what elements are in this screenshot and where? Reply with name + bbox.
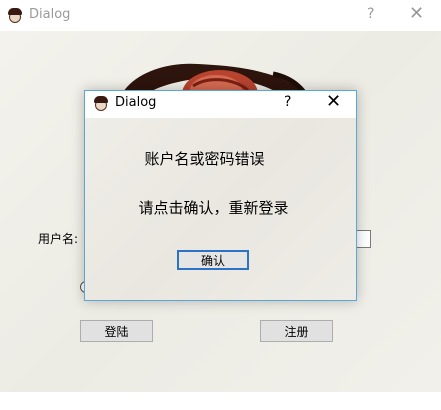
dialog-title: Dialog <box>115 95 157 110</box>
dialog-app-icon <box>93 96 109 112</box>
main-titlebar[interactable]: Dialog ? ✕ <box>0 0 441 31</box>
confirm-button[interactable]: 确认 <box>177 250 249 270</box>
dialog-close-button[interactable]: ✕ <box>326 91 341 112</box>
instruction-message: 请点击确认，重新登录 <box>138 199 289 217</box>
register-button[interactable]: 注册 <box>260 320 333 342</box>
app-logo-icon <box>7 8 23 24</box>
username-label: 用户名: <box>38 232 79 246</box>
error-message: 账户名或密码错误 <box>144 150 265 168</box>
dialog-help-button[interactable]: ? <box>284 94 291 110</box>
error-dialog: Dialog ? ✕ 账户名或密码错误 请点击确认，重新登录 确认 <box>84 90 357 301</box>
username-input[interactable] <box>355 230 371 248</box>
dialog-body: 账户名或密码错误 请点击确认，重新登录 确认 <box>85 118 356 300</box>
login-button[interactable]: 登陆 <box>80 320 153 342</box>
help-button[interactable]: ? <box>367 6 374 22</box>
close-button[interactable]: ✕ <box>409 3 424 24</box>
dialog-titlebar[interactable]: Dialog ? ✕ <box>85 91 356 118</box>
main-window-title: Dialog <box>29 7 71 22</box>
